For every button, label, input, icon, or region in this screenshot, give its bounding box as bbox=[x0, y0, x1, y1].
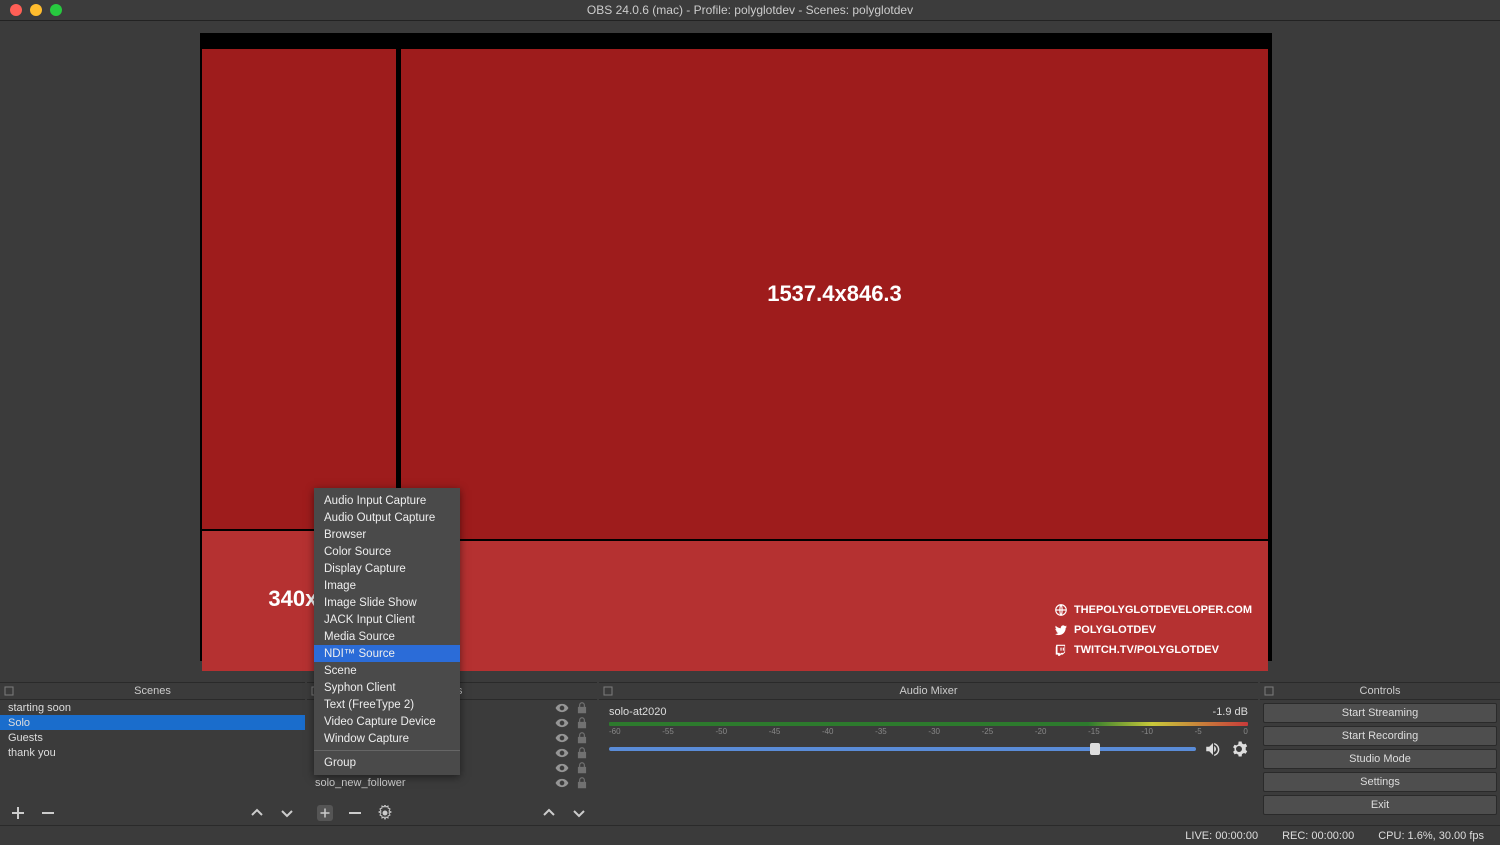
menu-item[interactable]: Window Capture bbox=[314, 730, 460, 747]
controls-title: Controls bbox=[1360, 685, 1401, 697]
menu-item[interactable]: Syphon Client bbox=[314, 679, 460, 696]
volume-slider[interactable] bbox=[609, 747, 1196, 751]
window-title: OBS 24.0.6 (mac) - Profile: polyglotdev … bbox=[587, 3, 913, 17]
menu-item[interactable]: Audio Input Capture bbox=[314, 492, 460, 509]
menu-item[interactable]: Image Slide Show bbox=[314, 594, 460, 611]
maximize-icon[interactable] bbox=[50, 4, 62, 16]
sources-toolbar bbox=[307, 801, 597, 825]
menu-item[interactable]: Text (FreeType 2) bbox=[314, 696, 460, 713]
menu-item[interactable]: Browser bbox=[314, 526, 460, 543]
exit-button[interactable]: Exit bbox=[1263, 795, 1497, 815]
mixer-db-value: -1.9 dB bbox=[1213, 706, 1248, 718]
controls-panel: Controls Start Streaming Start Recording S… bbox=[1260, 682, 1500, 825]
lock-icon[interactable] bbox=[575, 731, 589, 745]
visibility-icon[interactable] bbox=[555, 776, 569, 790]
menu-item[interactable]: Media Source bbox=[314, 628, 460, 645]
titlebar: OBS 24.0.6 (mac) - Profile: polyglotdev … bbox=[0, 0, 1500, 21]
move-scene-up-button[interactable] bbox=[249, 805, 265, 821]
globe-icon bbox=[1054, 603, 1068, 617]
menu-item[interactable]: Audio Output Capture bbox=[314, 509, 460, 526]
lock-icon[interactable] bbox=[575, 701, 589, 715]
audio-meter: -60-55-50-45-40-35-30-25-20-15-10-50 bbox=[609, 722, 1248, 736]
studio-mode-button[interactable]: Studio Mode bbox=[1263, 749, 1497, 769]
preview-source-main[interactable]: 1537.4x846.3 bbox=[401, 49, 1268, 539]
move-source-down-button[interactable] bbox=[571, 805, 587, 821]
menu-item[interactable]: Scene bbox=[314, 662, 460, 679]
move-scene-down-button[interactable] bbox=[279, 805, 295, 821]
settings-button[interactable]: Settings bbox=[1263, 772, 1497, 792]
audio-mixer-panel: Audio Mixer solo-at2020 -1.9 dB -60-55-50… bbox=[599, 682, 1258, 825]
lock-icon[interactable] bbox=[575, 746, 589, 760]
visibility-icon[interactable] bbox=[555, 746, 569, 760]
start-recording-button[interactable]: Start Recording bbox=[1263, 726, 1497, 746]
scenes-title: Scenes bbox=[134, 685, 171, 697]
visibility-icon[interactable] bbox=[555, 731, 569, 745]
add-source-button[interactable] bbox=[317, 805, 333, 821]
menu-item[interactable]: JACK Input Client bbox=[314, 611, 460, 628]
visibility-icon[interactable] bbox=[555, 701, 569, 715]
scenes-panel: Scenes starting soonSoloGueststhank you bbox=[0, 682, 305, 825]
remove-source-button[interactable] bbox=[347, 805, 363, 821]
popout-icon[interactable] bbox=[4, 686, 14, 696]
visibility-icon[interactable] bbox=[555, 761, 569, 775]
overlay-links: THEPOLYGLOTDEVELOPER.COM POLYGLOTDEV TWI… bbox=[1054, 603, 1252, 657]
docked-panels: Scenes starting soonSoloGueststhank you … bbox=[0, 682, 1500, 825]
scene-item[interactable]: Solo bbox=[0, 715, 305, 730]
scenes-toolbar bbox=[0, 801, 305, 825]
popout-icon[interactable] bbox=[603, 686, 613, 696]
add-scene-button[interactable] bbox=[10, 805, 26, 821]
visibility-icon[interactable] bbox=[555, 716, 569, 730]
preview-area: 1537.4x846.3 THEPOLYGLOTDEVELOPER.COM PO… bbox=[0, 21, 1500, 682]
source-item[interactable]: solo_new_follower bbox=[307, 775, 597, 790]
mixer-title: Audio Mixer bbox=[899, 685, 957, 697]
status-bar: LIVE: 00:00:00 REC: 00:00:00 CPU: 1.6%, … bbox=[0, 825, 1500, 845]
twitter-icon bbox=[1054, 623, 1068, 637]
speaker-icon[interactable] bbox=[1204, 740, 1222, 758]
slider-thumb[interactable] bbox=[1090, 743, 1100, 755]
menu-item[interactable]: Color Source bbox=[314, 543, 460, 560]
preview-source-small[interactable] bbox=[202, 49, 396, 529]
lock-icon[interactable] bbox=[575, 776, 589, 790]
menu-item[interactable]: Display Capture bbox=[314, 560, 460, 577]
lock-icon[interactable] bbox=[575, 761, 589, 775]
menu-item[interactable]: NDI™ Source bbox=[314, 645, 460, 662]
menu-item[interactable]: Image bbox=[314, 577, 460, 594]
scene-item[interactable]: Guests bbox=[0, 730, 305, 745]
add-source-context-menu[interactable]: Audio Input CaptureAudio Output CaptureB… bbox=[314, 488, 460, 775]
popout-icon[interactable] bbox=[1264, 686, 1274, 696]
status-rec: REC: 00:00:00 bbox=[1282, 830, 1354, 842]
remove-scene-button[interactable] bbox=[40, 805, 56, 821]
lock-icon[interactable] bbox=[575, 716, 589, 730]
start-streaming-button[interactable]: Start Streaming bbox=[1263, 703, 1497, 723]
move-source-up-button[interactable] bbox=[541, 805, 557, 821]
scene-item[interactable]: thank you bbox=[0, 745, 305, 760]
scene-item[interactable]: starting soon bbox=[0, 700, 305, 715]
minimize-icon[interactable] bbox=[30, 4, 42, 16]
scenes-list[interactable]: starting soonSoloGueststhank you bbox=[0, 700, 305, 801]
menu-item[interactable]: Video Capture Device bbox=[314, 713, 460, 730]
status-cpu: CPU: 1.6%, 30.00 fps bbox=[1378, 830, 1484, 842]
menu-item[interactable]: Group bbox=[314, 754, 460, 771]
gear-icon[interactable] bbox=[1230, 740, 1248, 758]
close-icon[interactable] bbox=[10, 4, 22, 16]
source-properties-button[interactable] bbox=[377, 805, 393, 821]
status-live: LIVE: 00:00:00 bbox=[1185, 830, 1258, 842]
twitch-icon bbox=[1054, 643, 1068, 657]
mixer-channel-name: solo-at2020 bbox=[609, 706, 667, 718]
